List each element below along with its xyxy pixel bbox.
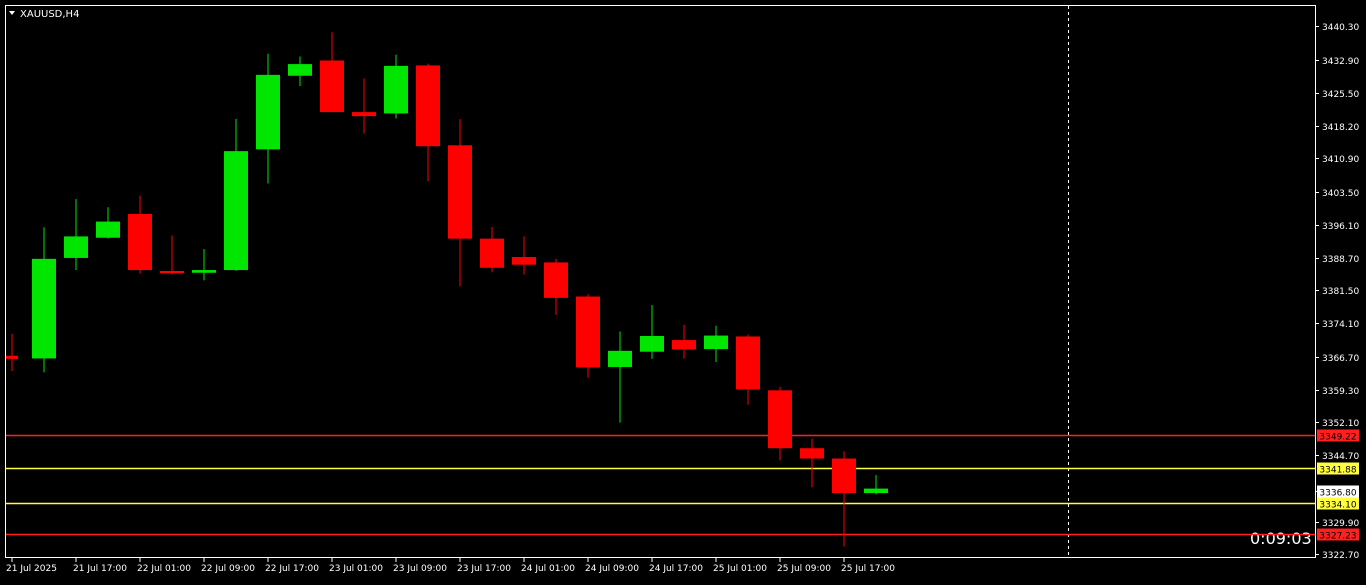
x-tick-label-0: 21 Jul 2025: [6, 564, 57, 574]
y-tick-label-0: 3440.30: [1322, 23, 1359, 33]
candle-body-22: [704, 335, 728, 350]
candle-22: [704, 325, 728, 363]
y-tick-label-10: 3366.70: [1322, 354, 1359, 364]
candle-9: [288, 56, 312, 87]
chart-menu-arrow-icon[interactable]: [9, 11, 15, 15]
candle-body-26: [832, 458, 856, 494]
candle-10: [320, 32, 344, 113]
candle-body-12: [384, 65, 408, 114]
candle-13: [416, 63, 440, 182]
y-tick-label-15: 3329.90: [1322, 519, 1359, 529]
candle-11: [352, 78, 376, 134]
candle-body-9: [288, 64, 312, 76]
y-tick-label-13: 3344.70: [1322, 452, 1359, 462]
candle-26: [832, 451, 856, 547]
candle-17: [544, 258, 568, 315]
current-price-label: 3336.80: [1319, 489, 1356, 499]
plot-frame: [5, 5, 1316, 558]
candle-body-21: [672, 340, 696, 350]
candle-body-1: [32, 258, 56, 359]
candle-5: [160, 235, 184, 275]
candle-19: [608, 331, 632, 423]
x-tick-label-6: 23 Jul 09:00: [393, 564, 447, 574]
x-tick-label-5: 23 Jul 01:00: [329, 564, 383, 574]
candle-14: [448, 119, 472, 287]
candle-15: [480, 226, 504, 273]
x-tick-label-4: 22 Jul 17:00: [265, 564, 319, 574]
candle-0: [6, 333, 18, 372]
bar-timer: 0:09:03: [1250, 529, 1312, 548]
chart-title: XAUUSD,H4: [20, 9, 79, 20]
candle-body-7: [224, 151, 248, 271]
candle-body-15: [480, 238, 504, 268]
x-tick-label-8: 24 Jul 01:00: [521, 564, 575, 574]
candle-body-10: [320, 60, 344, 113]
candle-body-0: [6, 355, 18, 359]
candle-body-27: [864, 488, 888, 494]
candle-body-5: [160, 270, 184, 274]
x-tick-label-2: 22 Jul 01:00: [137, 564, 191, 574]
candle-body-4: [128, 213, 152, 271]
candle-16: [512, 236, 536, 275]
y-tick-label-11: 3359.30: [1322, 387, 1359, 397]
x-tick-label-11: 25 Jul 01:00: [713, 564, 767, 574]
candle-body-18: [576, 296, 600, 368]
candle-6: [192, 248, 216, 281]
y-tick-label-5: 3403.50: [1322, 189, 1359, 199]
candle-body-14: [448, 145, 472, 239]
candle-2: [64, 199, 88, 271]
x-tick-label-1: 21 Jul 17:00: [73, 564, 127, 574]
candle-body-2: [64, 236, 88, 258]
y-tick-label-12: 3352.10: [1322, 419, 1359, 429]
candle-body-25: [800, 448, 824, 459]
candle-body-24: [768, 390, 792, 449]
candle-3: [96, 207, 120, 239]
candle-body-17: [544, 262, 568, 298]
candle-body-11: [352, 112, 376, 117]
level-price-label-2: 3334.10: [1319, 501, 1356, 511]
candle-4: [128, 195, 152, 274]
y-tick-label-9: 3374.10: [1322, 320, 1359, 330]
x-tick-label-3: 22 Jul 09:00: [201, 564, 255, 574]
x-tick-label-12: 25 Jul 09:00: [777, 564, 831, 574]
candle-body-19: [608, 350, 632, 367]
x-tick-label-10: 24 Jul 17:00: [649, 564, 703, 574]
candle-1: [32, 227, 56, 373]
x-tick-label-9: 24 Jul 09:00: [585, 564, 639, 574]
y-tick-label-3: 3418.20: [1322, 123, 1359, 133]
price-chart[interactable]: XAUUSD,H4 0:09:03 3349.22 3341.88 3334.10 3…: [0, 0, 1366, 581]
x-tick-label-13: 25 Jul 17:00: [841, 564, 895, 574]
candle-20: [640, 305, 664, 359]
candle-body-20: [640, 336, 664, 352]
y-tick-label-7: 3388.70: [1322, 255, 1359, 265]
candle-27: [864, 475, 888, 495]
y-tick-label-4: 3410.90: [1322, 155, 1359, 165]
candle-24: [768, 386, 792, 461]
candle-body-8: [256, 74, 280, 150]
y-tick-label-1: 3432.90: [1322, 57, 1359, 67]
candle-body-23: [736, 336, 760, 390]
level-price-label-1: 3341.88: [1319, 466, 1356, 476]
chart-window[interactable]: XAUUSD,H4 0:09:03 3349.22 3341.88 3334.10 3…: [0, 0, 1366, 581]
candle-body-16: [512, 257, 536, 265]
candle-25: [800, 438, 824, 488]
y-tick-label-2: 3425.50: [1322, 90, 1359, 100]
candle-body-13: [416, 65, 440, 147]
candle-18: [576, 294, 600, 378]
candle-23: [736, 334, 760, 405]
y-tick-label-8: 3381.50: [1322, 287, 1359, 297]
level-price-label-3: 3327.23: [1319, 532, 1356, 542]
y-tick-label-6: 3396.10: [1322, 222, 1359, 232]
x-tick-label-7: 23 Jul 17:00: [457, 564, 511, 574]
candle-21: [672, 324, 696, 359]
candle-12: [384, 54, 408, 119]
level-price-label-0: 3349.22: [1319, 433, 1356, 443]
candle-7: [224, 118, 248, 271]
y-tick-label-16: 3322.70: [1322, 551, 1359, 561]
candle-8: [256, 53, 280, 184]
candle-body-6: [192, 270, 216, 273]
candle-body-3: [96, 221, 120, 238]
